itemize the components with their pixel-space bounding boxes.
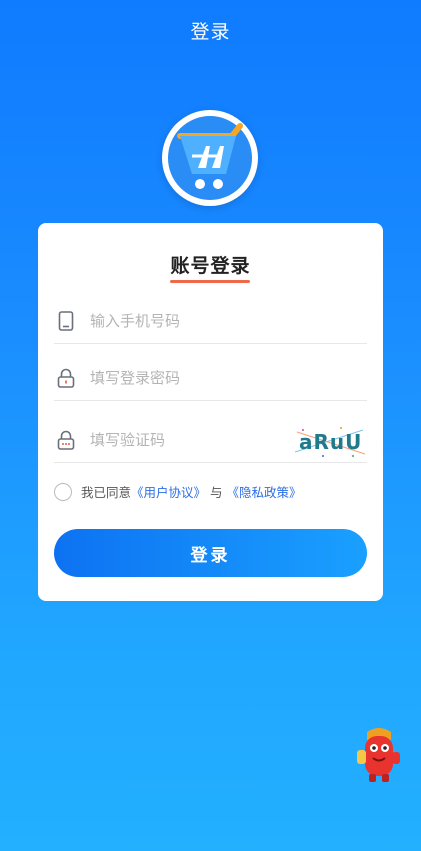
captcha-text: aRuU: [299, 430, 362, 454]
privacy-policy-link[interactable]: 《隐私政策》: [227, 482, 302, 501]
captcha-field: aRuU: [54, 418, 367, 463]
agree-radio[interactable]: [54, 482, 72, 501]
captcha-image[interactable]: aRuU: [293, 422, 367, 460]
user-agreement-link[interactable]: 《用户协议》: [131, 482, 206, 501]
agree-prefix: 我已同意: [81, 485, 132, 500]
red-mascot-icon[interactable]: [355, 726, 403, 784]
agreement-row: 我已同意 《用户协议》 与 《隐私政策》: [54, 482, 302, 501]
captcha-input[interactable]: [88, 430, 292, 450]
card-title: 账号登录: [170, 255, 251, 277]
top-bar: 登录: [0, 0, 421, 60]
password-field: [54, 356, 367, 401]
phone-input[interactable]: [88, 311, 292, 331]
login-button[interactable]: 登录: [54, 529, 367, 577]
lock-dots-icon: [56, 429, 76, 451]
lock-icon: [56, 367, 76, 389]
password-input[interactable]: [88, 368, 292, 388]
login-card: 账号登录 aRuU 我已同意 《用户协议》 与 《隐私政策》: [38, 223, 383, 601]
phone-field: [54, 299, 367, 344]
phone-icon: [56, 310, 76, 332]
page-title: 登录: [190, 20, 231, 43]
cart-logo-icon: [162, 110, 258, 206]
title-underline: [170, 280, 250, 283]
agree-conjunction: 与: [210, 485, 223, 500]
